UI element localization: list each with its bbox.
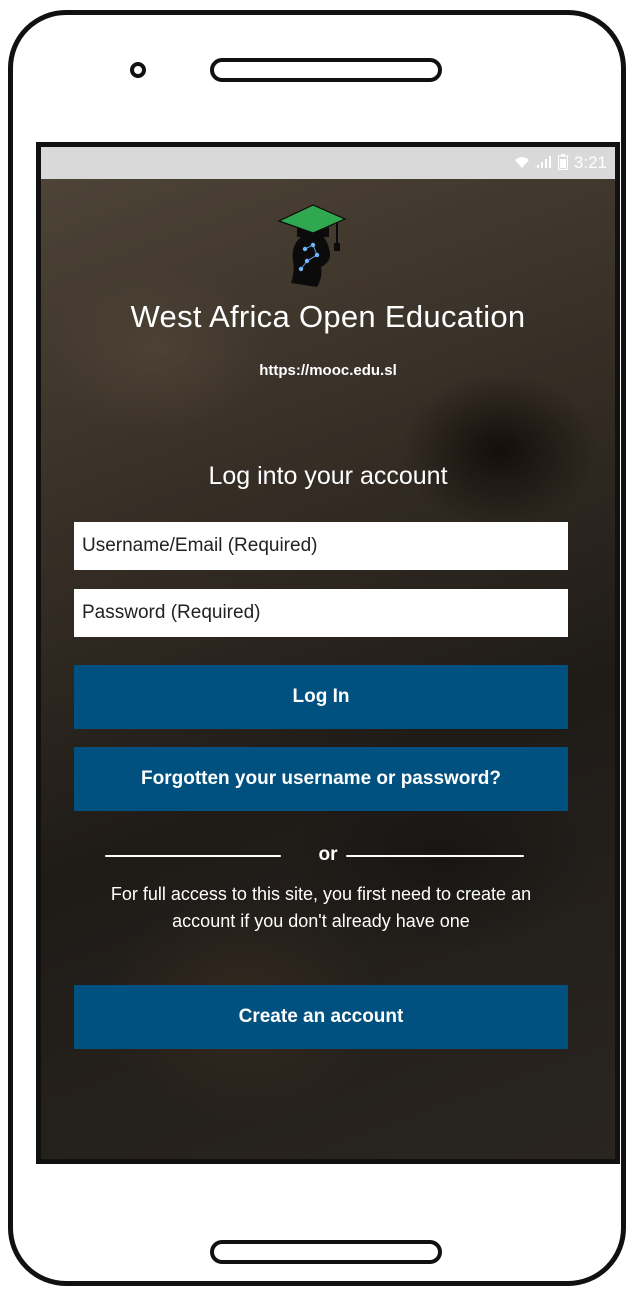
username-input[interactable] <box>74 522 568 570</box>
login-heading: Log into your account <box>208 462 448 490</box>
battery-icon <box>557 153 569 173</box>
status-bar: 3:21 <box>41 147 615 179</box>
graduation-cap-head-logo <box>277 204 347 287</box>
forgot-password-button[interactable]: Forgotten your username or password? <box>74 747 568 811</box>
wifi-icon <box>514 155 530 172</box>
camera-icon <box>130 62 146 78</box>
home-button[interactable] <box>210 1240 442 1264</box>
mockup-canvas: 3:21 West Africa Open Education https://… <box>0 0 637 1296</box>
login-button[interactable]: Log In <box>74 665 568 729</box>
site-title: West Africa Open Education <box>130 299 526 334</box>
phone-screen: 3:21 West Africa Open Education https://… <box>36 142 620 1164</box>
signal-icon <box>536 155 552 172</box>
login-content: West Africa Open Education https://mooc.… <box>41 179 615 1159</box>
signup-info-text: For full access to this site, you first … <box>110 884 532 931</box>
password-input[interactable] <box>74 589 568 637</box>
status-time: 3:21 <box>573 153 607 172</box>
speaker-slot <box>210 58 442 82</box>
or-divider: or <box>41 843 615 867</box>
create-account-button[interactable]: Create an account <box>74 985 568 1049</box>
site-url[interactable]: https://mooc.edu.sl <box>41 362 615 379</box>
divider-line-right <box>346 855 524 857</box>
divider-text: or <box>318 844 338 865</box>
